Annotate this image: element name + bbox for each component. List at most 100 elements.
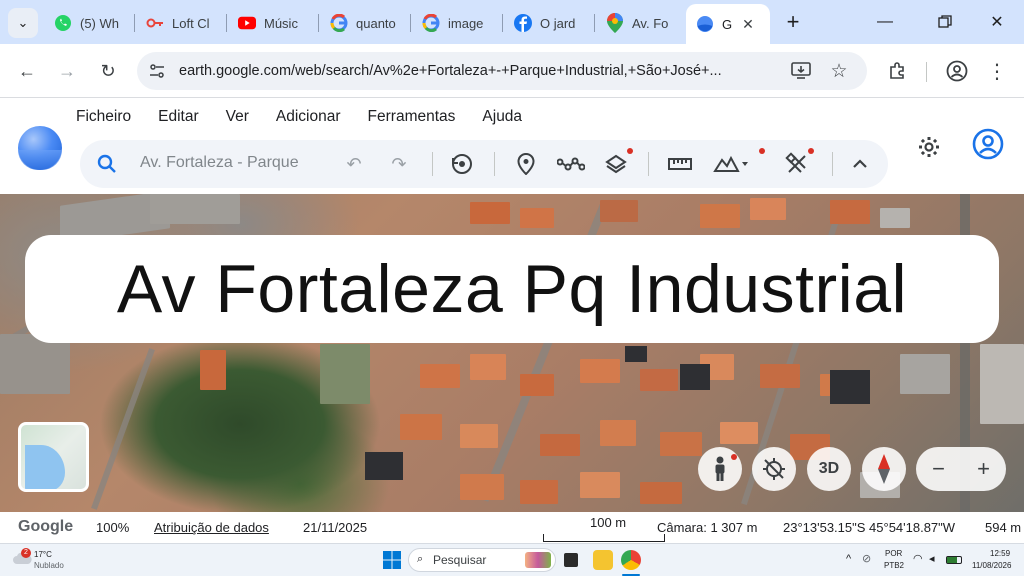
tab-google-quanto[interactable]: quanto (320, 6, 410, 40)
forward-button[interactable]: → (54, 58, 80, 84)
ruler-icon[interactable] (666, 150, 694, 178)
layers-icon[interactable] (602, 150, 630, 178)
windows-start-icon[interactable] (382, 550, 402, 570)
redo-button[interactable]: ↷ (385, 150, 413, 178)
search-input[interactable]: Av. Fortaleza - Parque (140, 154, 320, 172)
task-view-icon[interactable] (564, 553, 578, 567)
coordinates: 23°13'53.15"S 45°54'18.87"W (783, 520, 956, 535)
overlay-title: Av Fortaleza Pq Industrial (116, 251, 908, 327)
close-window-button[interactable]: ✕ (982, 8, 1012, 36)
earth-header: Ficheiro Editar Ver Adicionar Ferramenta… (0, 98, 1024, 194)
tab-facebook[interactable]: O jard (504, 6, 594, 40)
menu-add[interactable]: Adicionar (276, 108, 341, 126)
google-earth-logo[interactable] (18, 126, 62, 170)
data-attribution-link[interactable]: Atribuição de dados (154, 520, 269, 535)
minimap-water (25, 445, 65, 489)
toggle-3d-button[interactable]: 3D (807, 447, 851, 491)
volume-icon[interactable]: ◂ (929, 552, 935, 565)
whatsapp-icon (54, 14, 72, 32)
tab-maps[interactable]: Av. Fo (596, 6, 684, 40)
notification-dot (808, 148, 814, 154)
menu-bar: Ficheiro Editar Ver Adicionar Ferramenta… (76, 108, 549, 126)
chrome-menu-icon[interactable]: ⋮ (984, 58, 1010, 84)
new-tab-button[interactable]: + (780, 10, 806, 36)
tab-whatsapp[interactable]: (5) Wh (44, 6, 140, 40)
path-icon[interactable] (557, 150, 585, 178)
language-bottom[interactable]: PTB2 (884, 561, 904, 570)
browser-tab-strip: ⌄ (5) Wh Loft Cl Músic quanto image O ja… (0, 0, 1024, 44)
restore-button[interactable] (930, 8, 960, 36)
settings-gear-icon[interactable] (914, 132, 944, 162)
placemark-icon[interactable] (512, 150, 540, 178)
map-style-icon[interactable] (712, 150, 752, 178)
search-icon: ⌕ (417, 553, 424, 565)
elevation: 594 m (985, 520, 1022, 535)
tab-loft[interactable]: Loft Cl (136, 6, 226, 40)
file-explorer-icon[interactable] (593, 550, 613, 570)
collapse-toolbar-button[interactable] (846, 150, 874, 178)
hide-layers-button[interactable] (752, 447, 796, 491)
menu-view[interactable]: Ver (226, 108, 249, 126)
menu-help[interactable]: Ajuda (482, 108, 522, 126)
overview-minimap[interactable] (18, 422, 89, 492)
install-app-icon[interactable] (791, 61, 811, 81)
zoom-controls: − + (916, 447, 1006, 491)
chrome-taskbar-icon[interactable] (621, 550, 641, 570)
google-icon (422, 14, 440, 32)
battery-icon[interactable] (946, 556, 962, 564)
chevron-down-icon: ⌄ (17, 15, 29, 30)
weather-badge: 2 (21, 548, 31, 558)
profile-icon[interactable] (944, 58, 970, 84)
tab-youtube[interactable]: Músic (228, 6, 320, 40)
zoom-out-button[interactable]: − (932, 456, 945, 482)
google-logo: Google (18, 518, 74, 535)
camera-altitude: Câmara: 1 307 m (657, 520, 758, 535)
language-top[interactable]: POR (885, 549, 902, 558)
account-icon[interactable] (972, 128, 1004, 160)
tab-google-image[interactable]: image (412, 6, 502, 40)
tilt-label: 3D (818, 460, 840, 477)
map-status-bar: Google 100% Atribuição de dados 21/11/20… (0, 512, 1024, 543)
undo-button[interactable]: ↶ (340, 150, 368, 178)
notification-dot (731, 454, 737, 460)
scale-label: 100 m (590, 515, 627, 530)
menu-tools[interactable]: Ferramentas (368, 108, 456, 126)
extensions-icon[interactable] (884, 58, 910, 84)
maps-pin-icon (606, 13, 624, 33)
zoom-in-button[interactable]: + (977, 456, 990, 482)
clock-date[interactable]: 11/08/2026 (972, 561, 1011, 570)
back-button[interactable]: ← (14, 58, 40, 84)
reload-icon: ↻ (100, 60, 116, 81)
minimize-button[interactable]: — (870, 8, 900, 36)
search-icon[interactable] (96, 153, 118, 175)
taskbar-search[interactable]: ⌕ Pesquisar (408, 548, 556, 572)
notification-dot (627, 148, 633, 154)
weather-temp[interactable]: 17°C (34, 550, 52, 559)
key-icon (146, 14, 164, 32)
address-bar[interactable]: earth.google.com/web/search/Av%2e+Fortal… (137, 52, 867, 90)
history-icon[interactable] (448, 150, 476, 178)
compass-button[interactable] (862, 447, 906, 491)
facebook-icon (514, 14, 532, 32)
tab-google-earth-active[interactable]: G ✕ (686, 4, 770, 44)
reload-button[interactable]: ↻ (95, 58, 121, 84)
notification-dot (759, 148, 765, 154)
taskbar-search-placeholder: Pesquisar (433, 553, 487, 567)
tray-chevron-icon[interactable]: ^ (846, 553, 851, 565)
zoom-level: 100% (96, 520, 130, 535)
weather-desc[interactable]: Nublado (34, 561, 64, 570)
menu-file[interactable]: Ficheiro (76, 108, 131, 126)
clock-time[interactable]: 12:59 (990, 549, 1010, 558)
site-settings-icon[interactable] (147, 61, 167, 81)
close-tab-icon[interactable]: ✕ (742, 16, 754, 33)
tools-icon[interactable] (783, 150, 811, 178)
google-icon (330, 14, 348, 32)
tab-search-button[interactable]: ⌄ (8, 8, 38, 38)
wifi-icon[interactable]: ◠ (913, 552, 923, 565)
menu-edit[interactable]: Editar (158, 108, 199, 126)
browser-toolbar: ← → ↻ earth.google.com/web/search/Av%2e+… (0, 44, 1024, 98)
bookmark-star-icon[interactable]: ☆ (829, 61, 849, 82)
notifications-off-icon[interactable]: ⊘ (862, 552, 871, 565)
earth-toolbar: Av. Fortaleza - Parque ↶ ↷ (80, 140, 888, 188)
compass-icon (878, 454, 890, 484)
